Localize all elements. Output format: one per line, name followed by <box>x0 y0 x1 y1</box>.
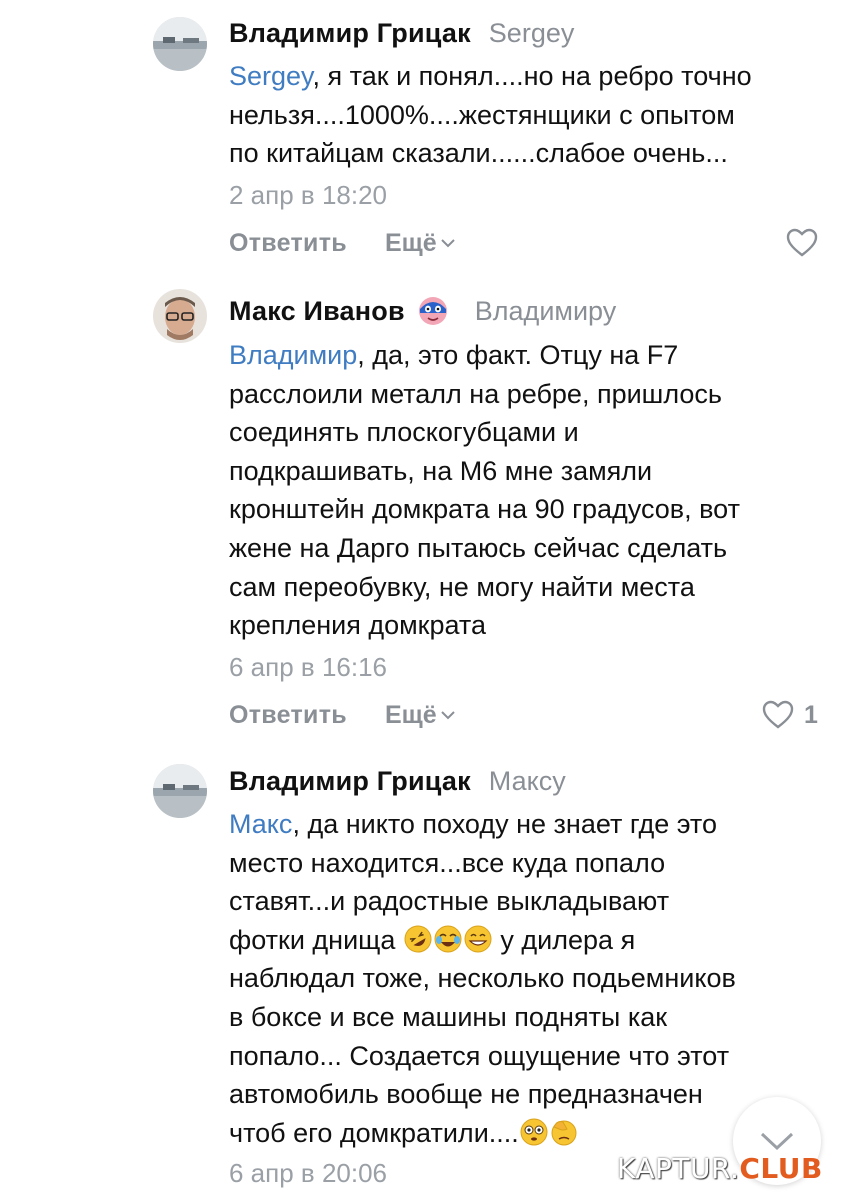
comment-header: Владимир Грицак Sergey <box>229 13 574 53</box>
tears-of-joy-emoji-icon <box>434 925 462 953</box>
heart-icon <box>762 700 794 729</box>
comment-date: 6 апр в 16:16 <box>229 652 388 682</box>
reply-to-name[interactable]: Максу <box>489 766 566 797</box>
comment-text: Макс, да никто походу не знает где это м… <box>229 809 736 1148</box>
comment-date: 2 апр в 18:20 <box>229 180 388 210</box>
mention-link[interactable]: Макс <box>229 809 292 839</box>
flushed-emoji-icon <box>520 1118 548 1146</box>
like-count: 1 <box>804 700 818 729</box>
face-palm-emoji-icon <box>551 1120 577 1146</box>
grinning-emoji-icon <box>464 925 492 953</box>
mask-emoji-icon <box>417 295 449 327</box>
avatar[interactable] <box>153 764 207 818</box>
like-button[interactable]: 1 <box>762 695 818 735</box>
author-name[interactable]: Макс Иванов <box>229 296 405 327</box>
watermark: KAPTUR.CLUB <box>617 1152 823 1185</box>
heart-icon <box>786 228 818 257</box>
author-name[interactable]: Владимир Грицак <box>229 766 471 797</box>
like-button[interactable] <box>786 223 818 263</box>
mention-link[interactable]: Владимир <box>229 340 357 370</box>
avatar[interactable] <box>153 289 207 343</box>
author-name[interactable]: Владимир Грицак <box>229 18 471 49</box>
comment-text: Sergey, я так и понял....но на ребро точ… <box>229 61 752 169</box>
more-button[interactable]: Ещё <box>385 701 456 730</box>
reply-to-name[interactable]: Sergey <box>489 18 575 49</box>
comment-header: Владимир Грицак Максу <box>229 761 566 801</box>
comment-date: 6 апр в 20:06 <box>229 1158 388 1188</box>
scroll-down-icon <box>760 1132 794 1151</box>
comment-text: Владимир, да, это факт. Отцу на F7 рассл… <box>229 340 740 641</box>
rofl-emoji-icon <box>404 925 432 953</box>
mention-link[interactable]: Sergey <box>229 61 313 91</box>
reply-button[interactable]: Ответить <box>229 701 347 730</box>
comment-actions: Ответить Ещё <box>229 223 456 263</box>
comment-header: Макс Иванов Владимиру <box>229 291 616 331</box>
comment-actions: Ответить Ещё <box>229 695 456 735</box>
avatar[interactable] <box>153 17 207 71</box>
reply-button[interactable]: Ответить <box>229 229 347 258</box>
reply-to-name[interactable]: Владимиру <box>475 296 616 327</box>
more-button[interactable]: Ещё <box>385 229 456 258</box>
chevron-down-icon <box>440 711 455 720</box>
chevron-down-icon <box>440 239 455 248</box>
